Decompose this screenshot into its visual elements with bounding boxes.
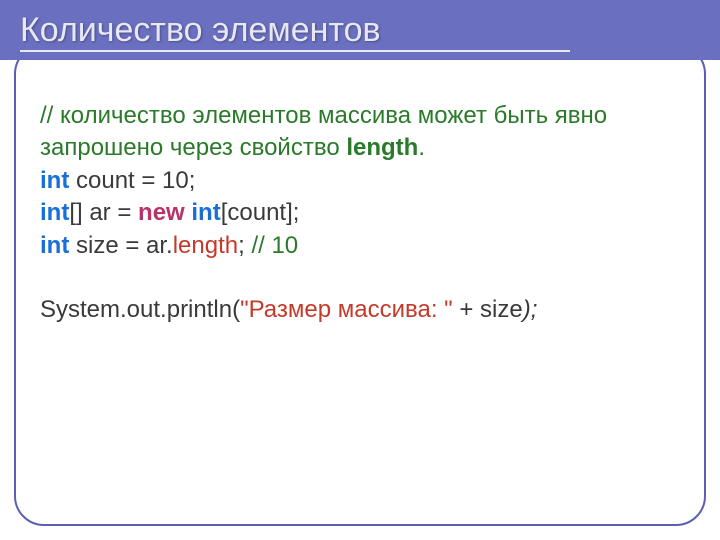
code-text-italic: ); [523,296,538,323]
title-underline [20,50,570,52]
blank-line [40,262,680,294]
code-line-1: int count = 10; [40,165,680,197]
comment-text: // количество элементов массива может бы… [40,102,607,161]
code-line-4: System.out.println("Размер массива: " + … [40,294,680,326]
kw-int: int [40,167,69,194]
code-text: ; [238,232,251,259]
code-text: count = 10; [69,167,195,194]
code-text: System.out.println( [40,296,240,323]
inline-comment: // 10 [251,232,298,259]
slide-content: // количество элементов массива может бы… [40,100,680,326]
kw-int: int [191,199,220,226]
slide-title: Количество элементов [20,11,381,50]
code-comment: // количество элементов массива может бы… [40,100,680,165]
string-literal: "Размер массива: " [240,296,453,323]
code-text: + size [453,296,523,323]
code-line-3: int size = ar.length; // 10 [40,230,680,262]
code-line-2: int[] ar = new int[count]; [40,197,680,229]
kw-new: new [138,199,191,226]
title-bar: Количество элементов [0,0,720,60]
code-text: size = ar. [69,232,172,259]
kw-int: int [40,199,69,226]
property-length: length [173,232,238,259]
code-text: [count]; [221,199,300,226]
kw-int: int [40,232,69,259]
code-text: [] ar = [69,199,138,226]
comment-keyword: length [346,134,418,161]
comment-end: . [418,134,425,161]
